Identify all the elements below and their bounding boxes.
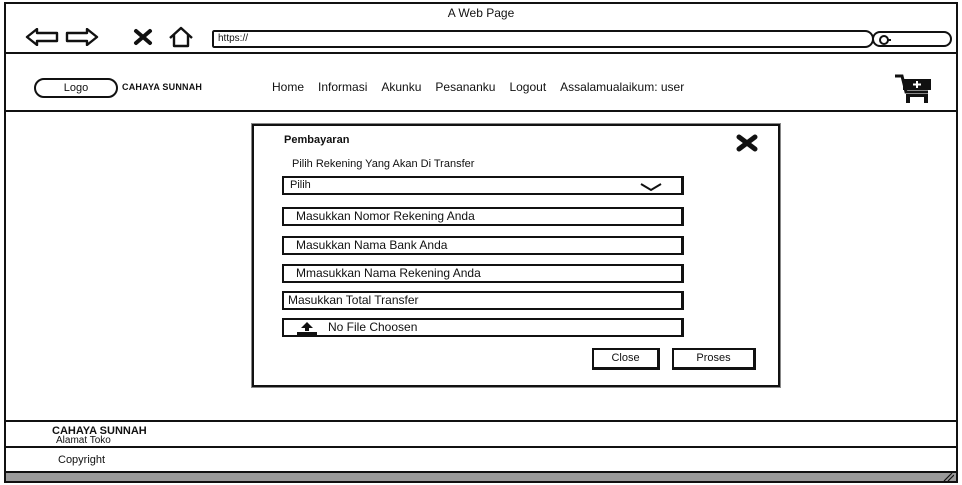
upload-icon	[297, 321, 317, 335]
bank-name-input[interactable]: Masukkan Nama Bank Anda	[282, 236, 684, 255]
main-nav: Home Informasi Akunku Pesananku Logout A…	[272, 80, 684, 94]
close-button[interactable]: Close	[592, 348, 660, 370]
footer-address: Alamat Toko	[56, 435, 111, 446]
back-arrow-icon[interactable]	[24, 24, 60, 50]
nav-home[interactable]: Home	[272, 80, 304, 94]
search-icon	[879, 35, 891, 45]
file-upload-input[interactable]: No File Choosen	[282, 318, 684, 337]
account-select-value: Pilih	[290, 179, 311, 191]
window-title: A Web Page	[447, 6, 515, 20]
close-x-icon[interactable]	[130, 24, 156, 50]
modal-title: Pembayaran	[284, 134, 350, 146]
chevron-down-icon	[640, 183, 662, 192]
payment-modal: Pembayaran Pilih Rekening Yang Akan Di T…	[252, 124, 780, 387]
forward-arrow-icon[interactable]	[64, 24, 100, 50]
file-upload-label: No File Choosen	[328, 320, 418, 334]
nav-logout[interactable]: Logout	[509, 80, 546, 94]
browser-window: A Web Page https:// Logo CAHAYA SUNNAH H…	[4, 2, 958, 483]
status-bar	[6, 473, 956, 481]
total-transfer-input[interactable]: Masukkan Total Transfer	[282, 291, 684, 310]
account-number-input[interactable]: Masukkan Nomor Rekening Anda	[282, 207, 684, 226]
site-header: Logo CAHAYA SUNNAH Home Informasi Akunku…	[6, 56, 956, 112]
browser-search-box[interactable]	[872, 31, 952, 47]
proses-button[interactable]: Proses	[672, 348, 756, 370]
nav-greeting[interactable]: Assalamualaikum: user	[560, 80, 684, 94]
home-icon[interactable]	[166, 24, 196, 50]
url-input[interactable]: https://	[212, 30, 874, 48]
nav-akunku[interactable]: Akunku	[381, 80, 421, 94]
footer-info: CAHAYA SUNNAH Alamat Toko	[6, 420, 956, 448]
copyright-text: Copyright	[58, 454, 106, 466]
account-select[interactable]: Pilih	[282, 176, 684, 195]
footer-copyright: Copyright	[6, 448, 956, 473]
account-name-input[interactable]: Mmasukkan Nama Rekening Anda	[282, 264, 684, 283]
close-icon[interactable]	[736, 134, 758, 157]
brand-name: CAHAYA SUNNAH	[122, 82, 203, 92]
resize-grip-icon[interactable]	[942, 473, 954, 481]
logo[interactable]: Logo	[34, 78, 118, 98]
nav-informasi[interactable]: Informasi	[318, 80, 367, 94]
nav-pesananku[interactable]: Pesananku	[435, 80, 495, 94]
account-select-label: Pilih Rekening Yang Akan Di Transfer	[292, 158, 475, 170]
browser-toolbar: A Web Page https://	[6, 4, 956, 54]
cart-icon[interactable]	[894, 72, 934, 109]
